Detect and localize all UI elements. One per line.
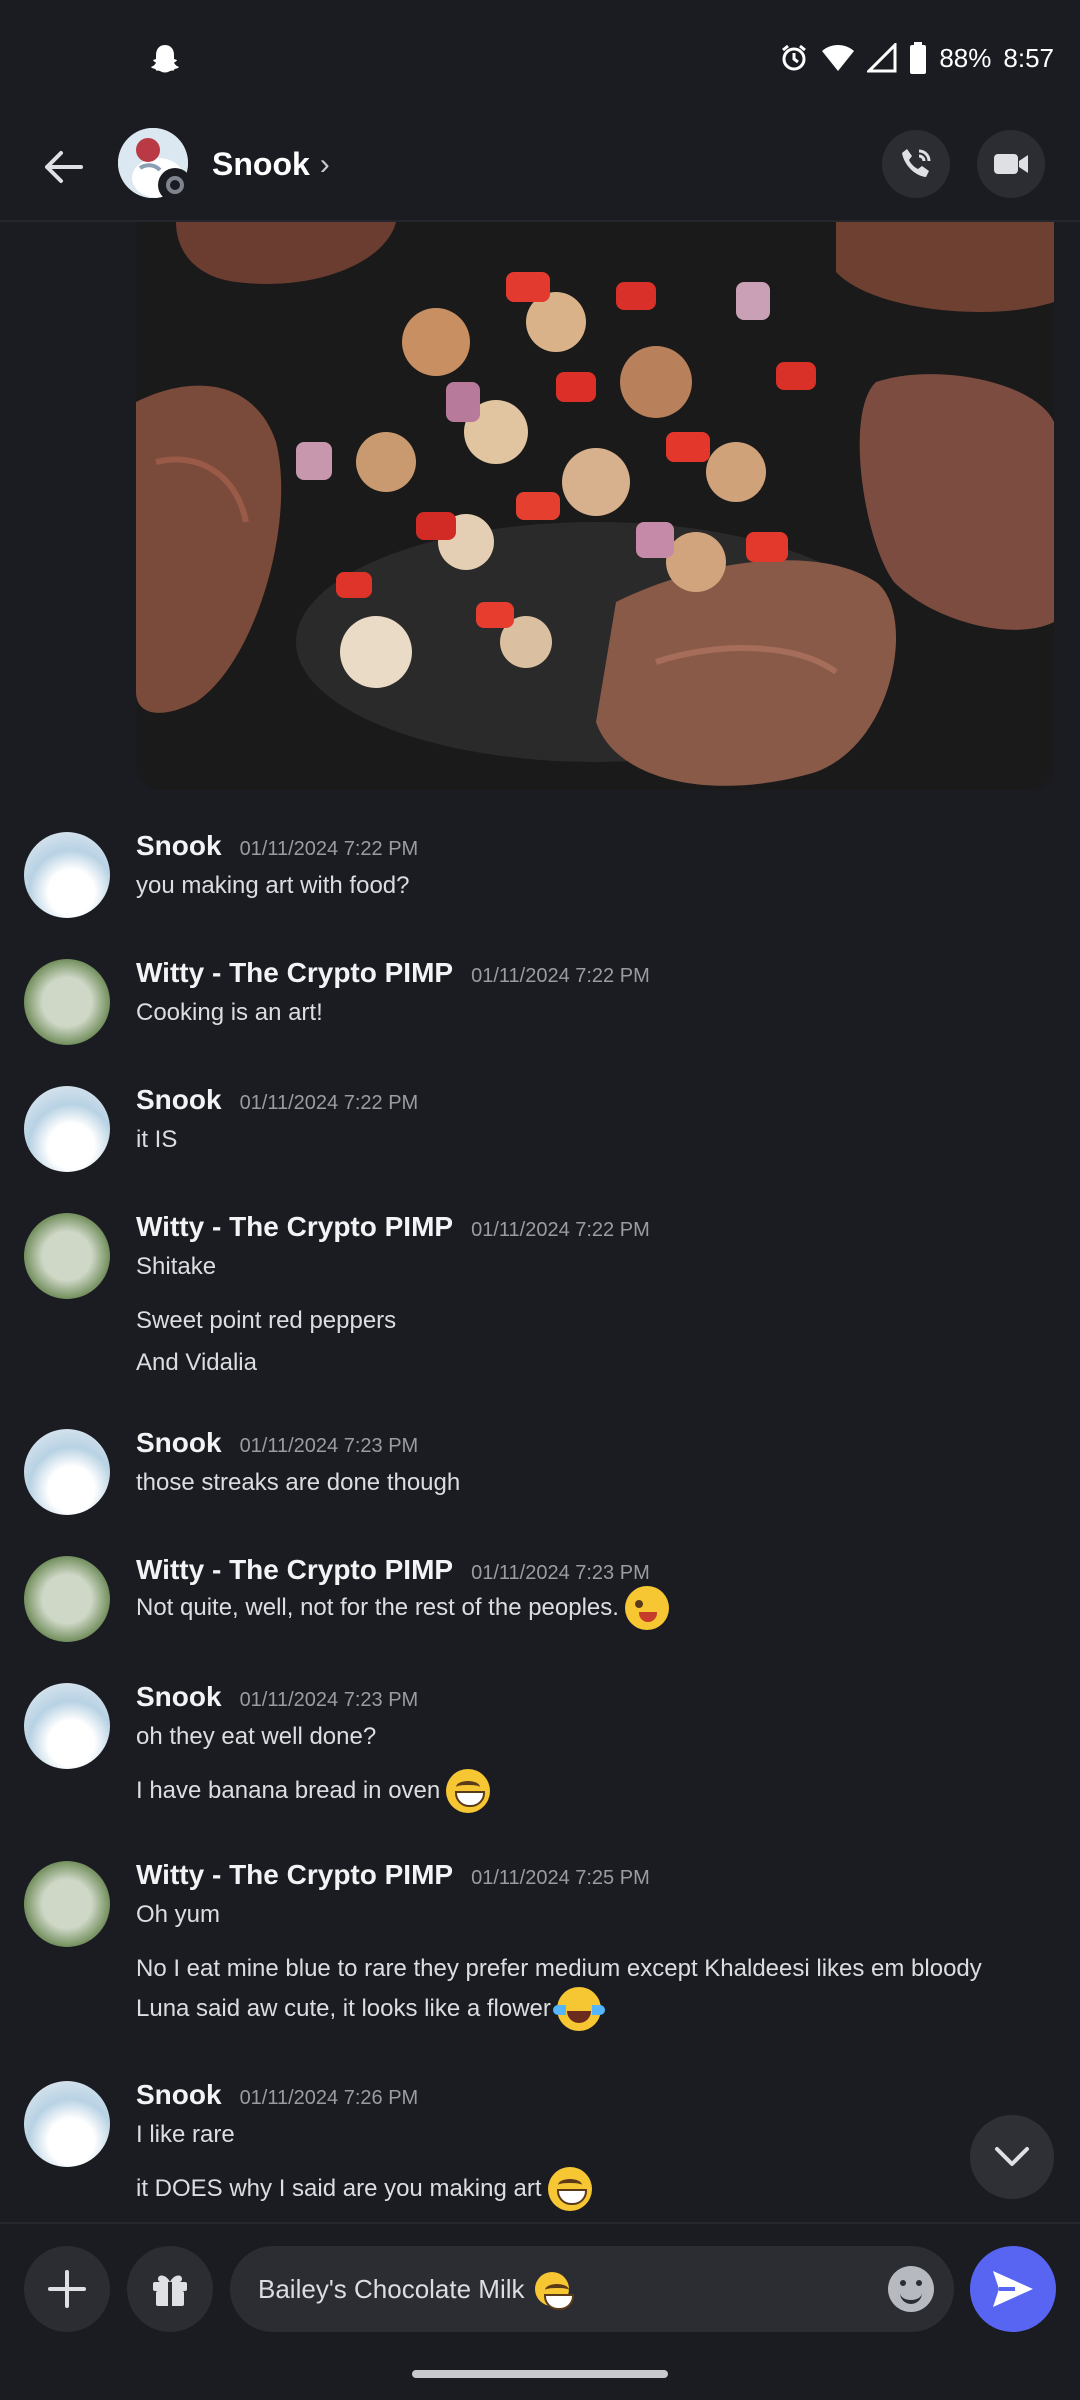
username[interactable]: Snook — [136, 1427, 222, 1459]
message-text: those streaks are done though — [136, 1469, 461, 1496]
avatar[interactable] — [24, 1429, 110, 1515]
emoji-picker-icon[interactable] — [888, 2266, 934, 2312]
status-bar: 88% 8:57 — [0, 0, 1080, 112]
video-camera-icon — [994, 154, 1028, 174]
home-indicator — [412, 2370, 668, 2378]
timestamp: 01/11/2024 7:23 PM — [239, 1435, 419, 1457]
tears-of-joy-emoji — [552, 1987, 605, 2031]
gift-icon — [153, 2275, 187, 2306]
chevron-down-icon — [995, 2147, 1029, 2166]
chat-title[interactable]: Snook › — [212, 146, 330, 183]
username[interactable]: Snook — [136, 2079, 222, 2111]
avatar[interactable] — [24, 1861, 110, 1947]
timestamp: 01/11/2024 7:22 PM — [239, 1092, 419, 1114]
attach-button[interactable] — [24, 2246, 110, 2332]
message-text: it IS — [136, 1126, 178, 1153]
timestamp: 01/11/2024 7:25 PM — [471, 1867, 650, 1889]
avatar[interactable] — [24, 1556, 110, 1642]
message-text: I have banana bread in oven — [136, 1769, 491, 1813]
clock: 8:57 — [1003, 42, 1054, 73]
signal-icon — [867, 43, 897, 73]
image-attachment[interactable] — [136, 222, 1054, 790]
back-button[interactable] — [30, 134, 96, 200]
timestamp: 01/11/2024 7:23 PM — [471, 1562, 650, 1584]
video-call-button[interactable] — [977, 130, 1045, 198]
chevron-right-icon: › — [319, 147, 330, 181]
wifi-icon — [822, 45, 855, 71]
timestamp: 01/11/2024 7:26 PM — [239, 2087, 419, 2109]
food-photo — [136, 222, 1054, 790]
message-text: it DOES why I said are you making art — [136, 2167, 592, 2211]
alarm-icon — [782, 44, 807, 71]
message-text: Luna said aw cute, it looks like a flowe… — [136, 1987, 605, 2031]
grinning-face-emoji — [446, 1769, 491, 1813]
avatar[interactable] — [24, 1213, 110, 1299]
message-text: Not quite, well, not for the rest of the… — [136, 1586, 669, 1630]
username[interactable]: Witty - The Crypto PIMP — [136, 957, 453, 989]
message-text: And Vidalia — [136, 1349, 257, 1376]
winking-face-emoji — [624, 1586, 669, 1630]
timestamp: 01/11/2024 7:22 PM — [471, 1219, 650, 1241]
avatar[interactable] — [24, 959, 110, 1045]
battery-icon — [910, 42, 927, 74]
plus-icon — [48, 2270, 86, 2308]
message-text: I like rare — [136, 2121, 235, 2148]
grinning-face-emoji — [547, 2167, 592, 2211]
chat-title-name: Snook — [212, 146, 310, 182]
arrow-left-icon — [45, 151, 83, 183]
message-input[interactable]: Bailey's Chocolate Milk — [230, 2246, 954, 2332]
battery-percent: 88% — [939, 42, 992, 73]
chat-header: Snook › — [0, 112, 1080, 222]
message-text: Sweet point red peppers — [136, 1307, 397, 1334]
send-button[interactable] — [970, 2246, 1056, 2332]
message-input-value: Bailey's Chocolate Milk — [258, 2272, 574, 2310]
voice-call-button[interactable] — [882, 130, 950, 198]
message-composer: Bailey's Chocolate Milk — [0, 2222, 1080, 2350]
username[interactable]: Witty - The Crypto PIMP — [136, 1554, 453, 1586]
message-text: Shitake — [136, 1253, 217, 1280]
message-text: oh they eat well done? — [136, 1723, 377, 1750]
status-icons: 88% 8:57 — [779, 38, 1054, 78]
avatar[interactable] — [24, 1086, 110, 1172]
timestamp: 01/11/2024 7:23 PM — [239, 1689, 419, 1711]
message-text: No I eat mine blue to rare they prefer m… — [136, 1955, 982, 1982]
beaming-face-emoji — [534, 2272, 574, 2310]
username[interactable]: Snook — [136, 1084, 222, 1116]
phone-call-icon — [902, 149, 931, 177]
avatar[interactable] — [24, 1683, 110, 1769]
status-indicator — [158, 168, 192, 202]
username[interactable]: Snook — [136, 1681, 222, 1713]
avatar[interactable] — [24, 2081, 110, 2167]
scroll-to-bottom-button[interactable] — [970, 2115, 1054, 2199]
message-text: Cooking is an art! — [136, 999, 323, 1026]
username[interactable]: Witty - The Crypto PIMP — [136, 1859, 453, 1891]
snapchat-ghost-icon — [151, 45, 179, 73]
avatar[interactable] — [24, 832, 110, 918]
timestamp: 01/11/2024 7:22 PM — [239, 838, 419, 860]
gift-button[interactable] — [127, 2246, 213, 2332]
message-text: Oh yum — [136, 1901, 221, 1928]
username[interactable]: Snook — [136, 830, 222, 862]
message-text: you making art with food? — [136, 872, 410, 899]
timestamp: 01/11/2024 7:22 PM — [471, 965, 650, 987]
send-icon — [993, 2271, 1033, 2307]
username[interactable]: Witty - The Crypto PIMP — [136, 1211, 453, 1243]
